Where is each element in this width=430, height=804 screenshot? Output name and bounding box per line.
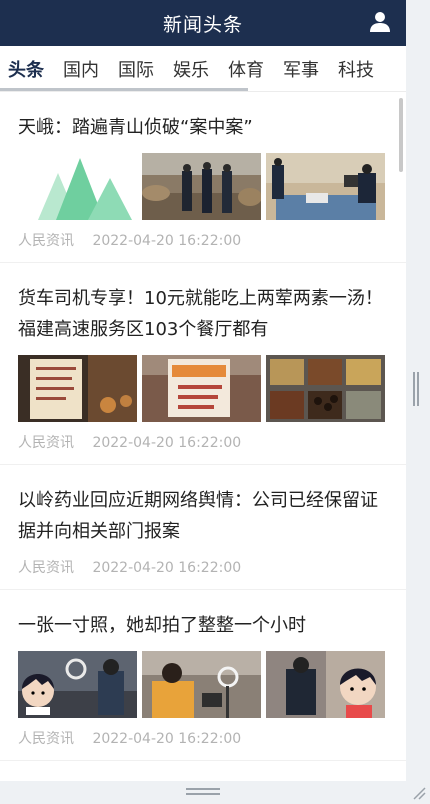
news-time: 2022-04-20 16:22:00 [92,233,242,249]
news-title[interactable]: 天峨：踏遍青山侦破“案中案” [18,112,388,143]
side-resize-handle[interactable] [413,372,419,406]
news-title[interactable]: 以岭药业回应近期网络舆情：公司已经保留证据并向相关部门报案 [18,485,388,547]
tab-entertainment[interactable]: 娱乐 [173,56,209,82]
user-icon[interactable] [368,10,392,34]
food-trays-photo[interactable] [266,355,385,422]
feed-scrollbar[interactable] [399,98,403,172]
news-thumbnails [18,153,388,220]
category-tabs: 头条 国内 国际 娱乐 体育 军事 科技 [0,46,406,92]
news-time: 2022-04-20 16:22:00 [92,560,242,576]
news-item[interactable]: 货车司机专享！10元就能吃上两荤两素一汤！福建高速服务区103个餐厅都有 人民资… [0,263,406,465]
resize-grip-icon[interactable] [412,785,426,800]
news-meta: 人民资讯 2022-04-20 16:22:00 [18,728,388,748]
tab-international[interactable]: 国际 [118,56,154,82]
news-time: 2022-04-20 16:22:00 [92,731,242,747]
news-source: 人民资讯 [18,731,74,747]
news-thumbnails [18,355,388,422]
news-source: 人民资讯 [18,435,74,451]
news-source: 人民资讯 [18,560,74,576]
page-title: 新闻头条 [162,13,243,36]
bottom-resize-handle[interactable] [186,788,220,795]
tab-military[interactable]: 军事 [283,56,319,82]
police-office-photo[interactable] [266,153,385,220]
news-time: 2022-04-20 16:22:00 [92,435,242,451]
tab-headlines[interactable]: 头条 [8,56,44,82]
price-sign-photo[interactable] [142,355,261,422]
tab-scroll-indicator [0,88,248,91]
news-feed[interactable]: 天峨：踏遍青山侦破“案中案” 人民资讯 2022-04-20 16:22:00 … [0,92,406,781]
news-meta: 人民资讯 2022-04-20 16:22:00 [18,432,388,452]
photo-studio-photo-2[interactable] [142,651,261,718]
news-item[interactable]: 以岭药业回应近期网络舆情：公司已经保留证据并向相关部门报案 人民资讯 2022-… [0,465,406,590]
tab-sports[interactable]: 体育 [228,56,264,82]
forest-placeholder-image[interactable] [18,153,137,220]
news-title[interactable]: 货车司机专享！10元就能吃上两荤两素一汤！福建高速服务区103个餐厅都有 [18,283,388,345]
restaurant-notice-photo[interactable] [18,355,137,422]
news-source: 人民资讯 [18,233,74,249]
tab-domestic[interactable]: 国内 [63,56,99,82]
news-meta: 人民资讯 2022-04-20 16:22:00 [18,230,388,250]
police-timber-yard-photo[interactable] [142,153,261,220]
tab-tech[interactable]: 科技 [338,56,374,82]
news-title[interactable]: 一张一寸照，她却拍了整整一个小时 [18,610,388,641]
news-item[interactable]: 一张一寸照，她却拍了整整一个小时 人民资讯 2022-04-20 16:22:0… [0,590,406,761]
news-item[interactable]: 天峨：踏遍青山侦破“案中案” 人民资讯 2022-04-20 16:22:00 [0,92,406,263]
news-thumbnails [18,651,388,718]
photo-studio-photo-3[interactable] [266,651,385,718]
news-meta: 人民资讯 2022-04-20 16:22:00 [18,557,388,577]
app-header: 新闻头条 [0,0,406,46]
photo-studio-photo-1[interactable] [18,651,137,718]
app-window: 新闻头条 头条 国内 国际 娱乐 体育 军事 科技 天峨：踏遍青山侦破“案中案” [0,0,406,781]
